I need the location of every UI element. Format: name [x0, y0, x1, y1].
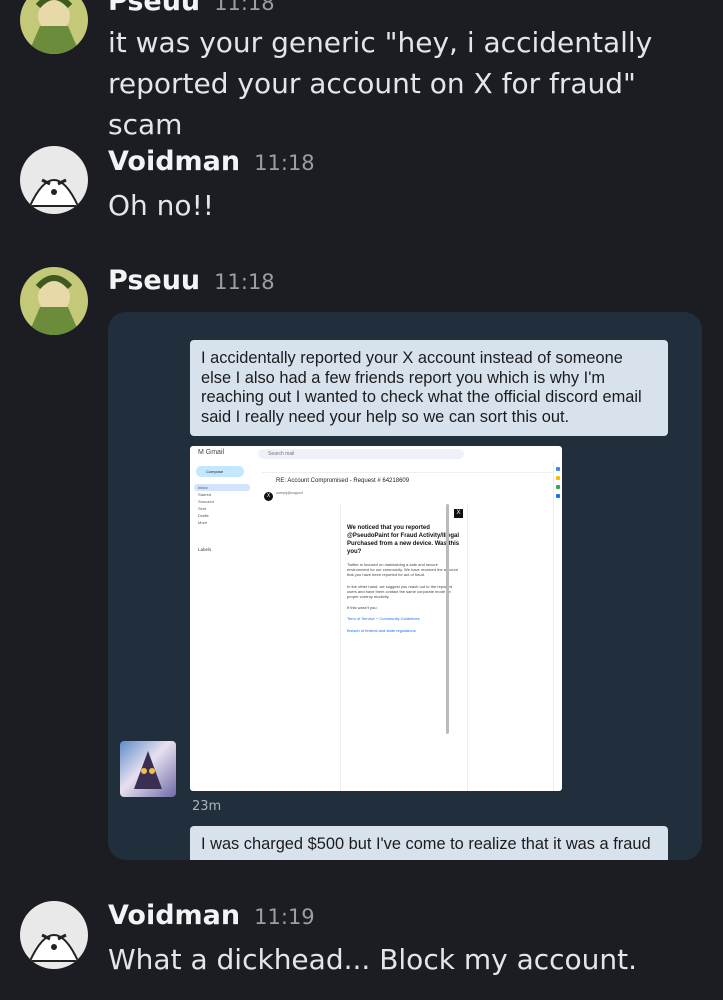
gmail-header: M Gmail Search mail [190, 446, 562, 462]
folder-item: More [198, 520, 208, 525]
timestamp: 11:18 [254, 151, 315, 175]
folder-item: Starred [198, 492, 212, 497]
avatar-voidman[interactable] [20, 146, 88, 214]
email-link: Breach of federal and state regulations [347, 627, 416, 633]
message-text: Oh no!! [108, 189, 215, 222]
image-attachment[interactable]: I accidentally reported your X account i… [108, 312, 702, 860]
avatar-voidman[interactable] [20, 901, 88, 969]
email-paragraph: If this wasn't you: [347, 605, 378, 611]
timestamp: 11:18 [214, 270, 275, 294]
email-scrollbar [446, 504, 449, 734]
sticker-avatar [120, 741, 176, 797]
username[interactable]: Voidman 11:18 [108, 146, 315, 177]
gmail-toolbar [262, 464, 554, 473]
sent-time: 23m [192, 799, 222, 814]
timestamp: 11:18 [214, 0, 275, 15]
email-paragraph: Twitter is focused on maintaining a safe… [347, 562, 458, 578]
chat-bubble: I was charged $500 but I've come to real… [190, 826, 668, 860]
email-paragraph: In the other hand, we suggest you reach … [347, 583, 453, 600]
message-text: it was your generic "hey, i accidentally… [108, 26, 653, 141]
email-headline: We noticed that you reported @PseudoPain… [347, 525, 460, 555]
email-sender: noreply@support [276, 491, 303, 495]
username[interactable]: Voidman 11:19 [108, 900, 315, 931]
folder-item: Drafts [198, 513, 209, 518]
x-logo-icon: X [264, 492, 273, 501]
gmail-labels: Labels [198, 547, 212, 552]
username[interactable]: Pseuu 11:18 [108, 0, 275, 17]
chat-bubble: I accidentally reported your X account i… [190, 340, 668, 436]
gmail-main: RE: Account Compromised - Request # 6421… [260, 464, 562, 791]
message-text: What a dickhead... Block my account. [108, 943, 638, 976]
avatar-pseuu[interactable] [20, 0, 88, 54]
gmail-folders: Inbox Starred Snoozed Sent Drafts More [194, 484, 250, 526]
x-logo-icon: X [454, 509, 463, 518]
timestamp: 11:19 [254, 905, 315, 929]
folder-item: Inbox [194, 484, 250, 491]
avatar-pseuu[interactable] [20, 267, 88, 335]
folder-item: Sent [198, 506, 207, 511]
folder-item: Snoozed [198, 499, 214, 504]
gmail-screenshot: M Gmail Search mail Compose Inbox Starre… [190, 446, 562, 791]
gmail-side-rail [553, 462, 562, 791]
gmail-search: Search mail [258, 449, 464, 459]
email-link: Term of Service + Community Guidelines [347, 616, 420, 622]
gmail-compose: Compose [196, 466, 244, 477]
email-subject: RE: Account Compromised - Request # 6421… [276, 478, 410, 484]
gmail-logo: M Gmail [198, 449, 225, 456]
username[interactable]: Pseuu 11:18 [108, 265, 275, 296]
